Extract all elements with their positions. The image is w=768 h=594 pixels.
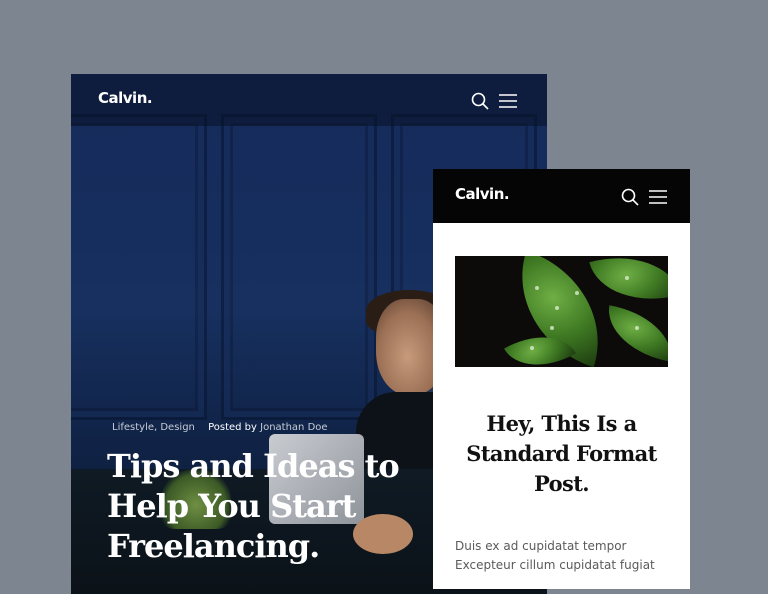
leaf-shape [589,256,668,316]
search-icon[interactable] [620,187,640,207]
post-categories[interactable]: Lifestyle, Design [112,422,195,433]
hero-post-title[interactable]: Tips and Ideas to Help You Start Freelan… [107,446,407,566]
water-drop [535,286,539,290]
mobile-preview-card: Calvin. Hey, This Is a Standard Format P… [433,169,690,589]
water-drop [555,306,559,310]
water-drop [575,291,579,295]
water-drop [635,326,639,330]
posted-by-label: Posted by [208,422,257,433]
wall-panel [221,114,377,420]
post-meta: Lifestyle, Design Posted by Jonathan Doe [112,422,328,433]
water-drop [550,326,554,330]
hamburger-menu-icon[interactable] [498,91,518,111]
post-excerpt: Duis ex ad cupidatat tempor Excepteur ci… [455,537,685,575]
search-icon[interactable] [470,91,490,111]
hamburger-menu-icon[interactable] [648,187,668,207]
post-featured-image[interactable] [455,256,668,367]
site-logo[interactable]: Calvin. [455,185,510,203]
excerpt-line: Duis ex ad cupidatat tempor [455,539,627,553]
mobile-header: Calvin. [433,169,690,223]
water-drop [625,276,629,280]
site-logo[interactable]: Calvin. [98,89,153,107]
excerpt-line: Excepteur cillum cupidatat fugiat [455,558,655,572]
post-author[interactable]: Jonathan Doe [260,422,327,433]
leaf-shape [601,305,668,362]
water-drop [530,346,534,350]
wall-panel [71,114,207,420]
desktop-header: Calvin. [71,74,547,126]
post-title[interactable]: Hey, This Is a Standard Format Post. [455,409,668,499]
